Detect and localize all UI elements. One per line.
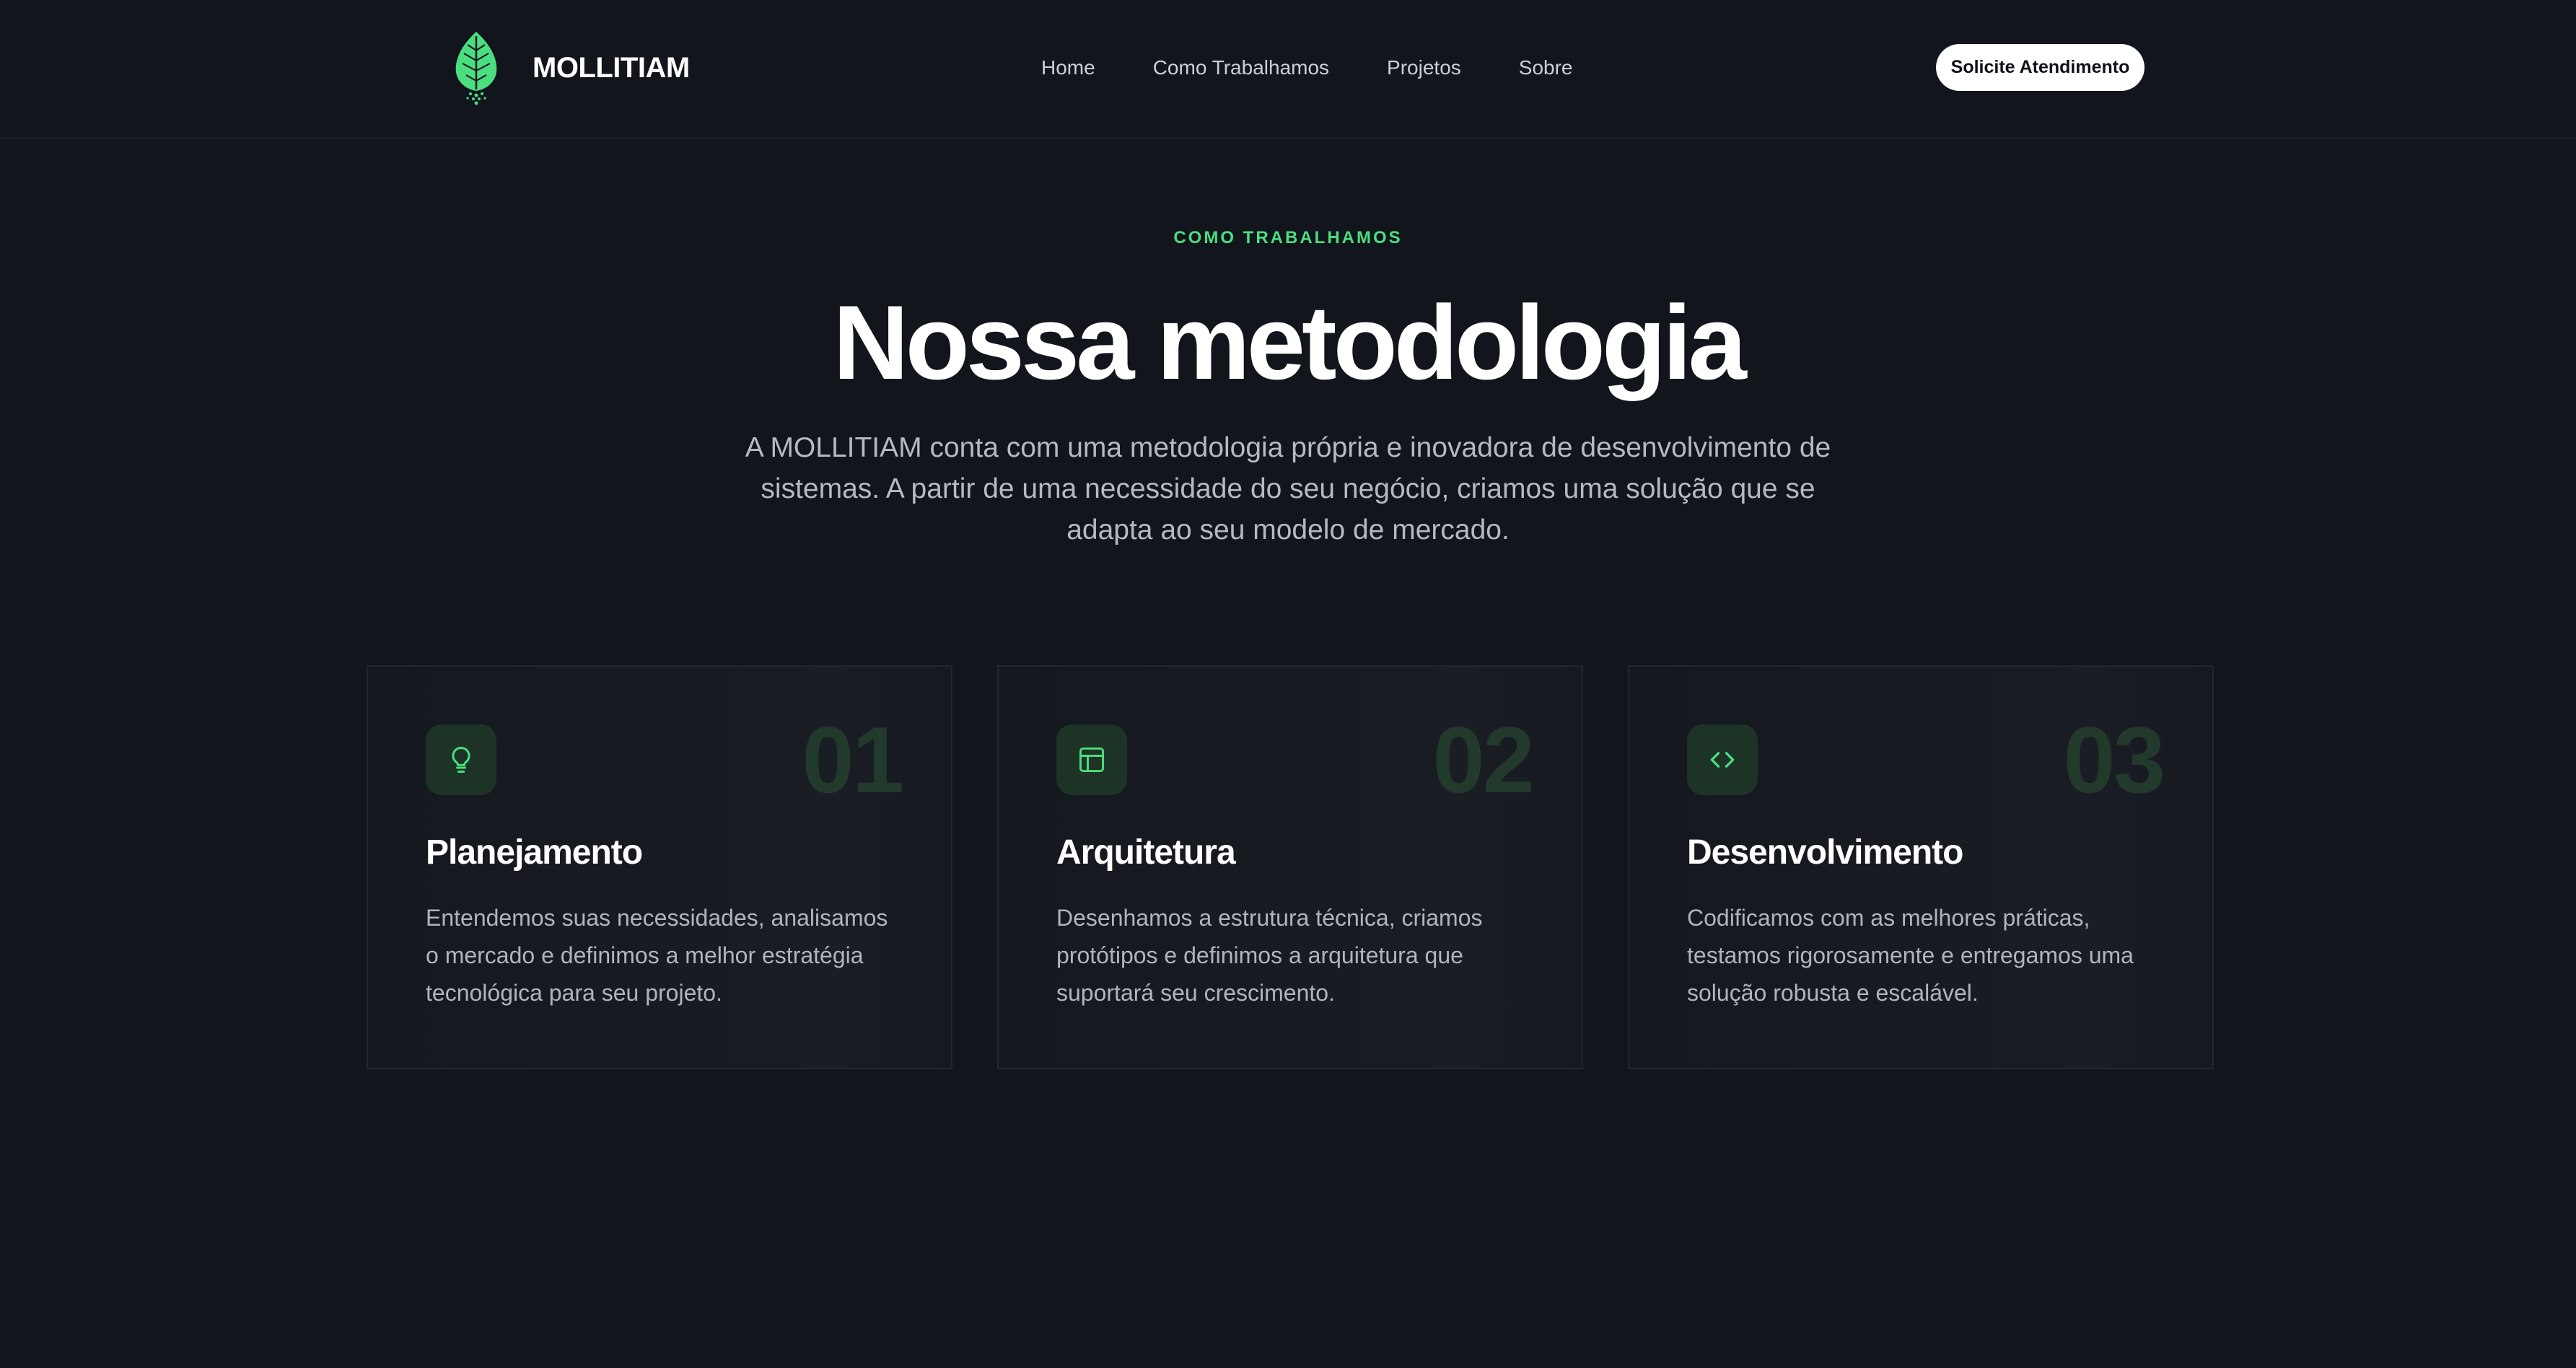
step-number: 01 xyxy=(802,707,904,812)
step-description: Entendemos suas necessidades, analisamos… xyxy=(426,905,888,1006)
step-card-desenvolvimento: 03 Desenvolvimento Codificamos com as me… xyxy=(1628,665,2214,1069)
lightbulb-icon xyxy=(426,724,496,795)
steps-grid: 01 Planejamento Entendemos suas necessid… xyxy=(367,665,2214,1069)
page-title: Nossa metodologia xyxy=(833,284,1747,401)
brand-link[interactable]: MOLLITIAM xyxy=(453,27,690,108)
section-description: A MOLLITIAM conta com uma metodologia pr… xyxy=(745,432,1831,545)
layout-icon xyxy=(1056,724,1127,795)
brand-name: MOLLITIAM xyxy=(533,51,690,84)
solicite-atendimento-button[interactable]: Solicite Atendimento xyxy=(1936,44,2145,91)
navbar: MOLLITIAM Home Como Trabalhamos Projetos… xyxy=(0,0,2576,139)
step-description: Codificamos com as melhores práticas, te… xyxy=(1687,905,2134,1006)
code-icon xyxy=(1687,724,1758,795)
step-title: Desenvolvimento xyxy=(1687,833,1963,872)
step-card-arquitetura: 02 Arquitetura Desenhamos a estrutura té… xyxy=(997,665,1583,1069)
step-number: 03 xyxy=(2063,707,2165,812)
nav-link-home[interactable]: Home xyxy=(1041,56,1095,79)
main-nav: Home Como Trabalhamos Projetos Sobre xyxy=(1041,52,1572,84)
step-number: 02 xyxy=(1432,707,1535,812)
leaf-icon xyxy=(455,32,497,105)
step-card-planejamento: 01 Planejamento Entendemos suas necessid… xyxy=(367,665,952,1069)
step-title: Planejamento xyxy=(426,833,643,872)
nav-link-sobre[interactable]: Sobre xyxy=(1519,56,1573,79)
nav-link-projetos[interactable]: Projetos xyxy=(1387,56,1461,79)
nav-link-como-trabalhamos[interactable]: Como Trabalhamos xyxy=(1153,56,1329,79)
section-eyebrow: COMO TRABALHAMOS xyxy=(1173,228,1403,247)
step-title: Arquitetura xyxy=(1056,833,1236,872)
step-description: Desenhamos a estrutura técnica, criamos … xyxy=(1056,905,1483,1006)
